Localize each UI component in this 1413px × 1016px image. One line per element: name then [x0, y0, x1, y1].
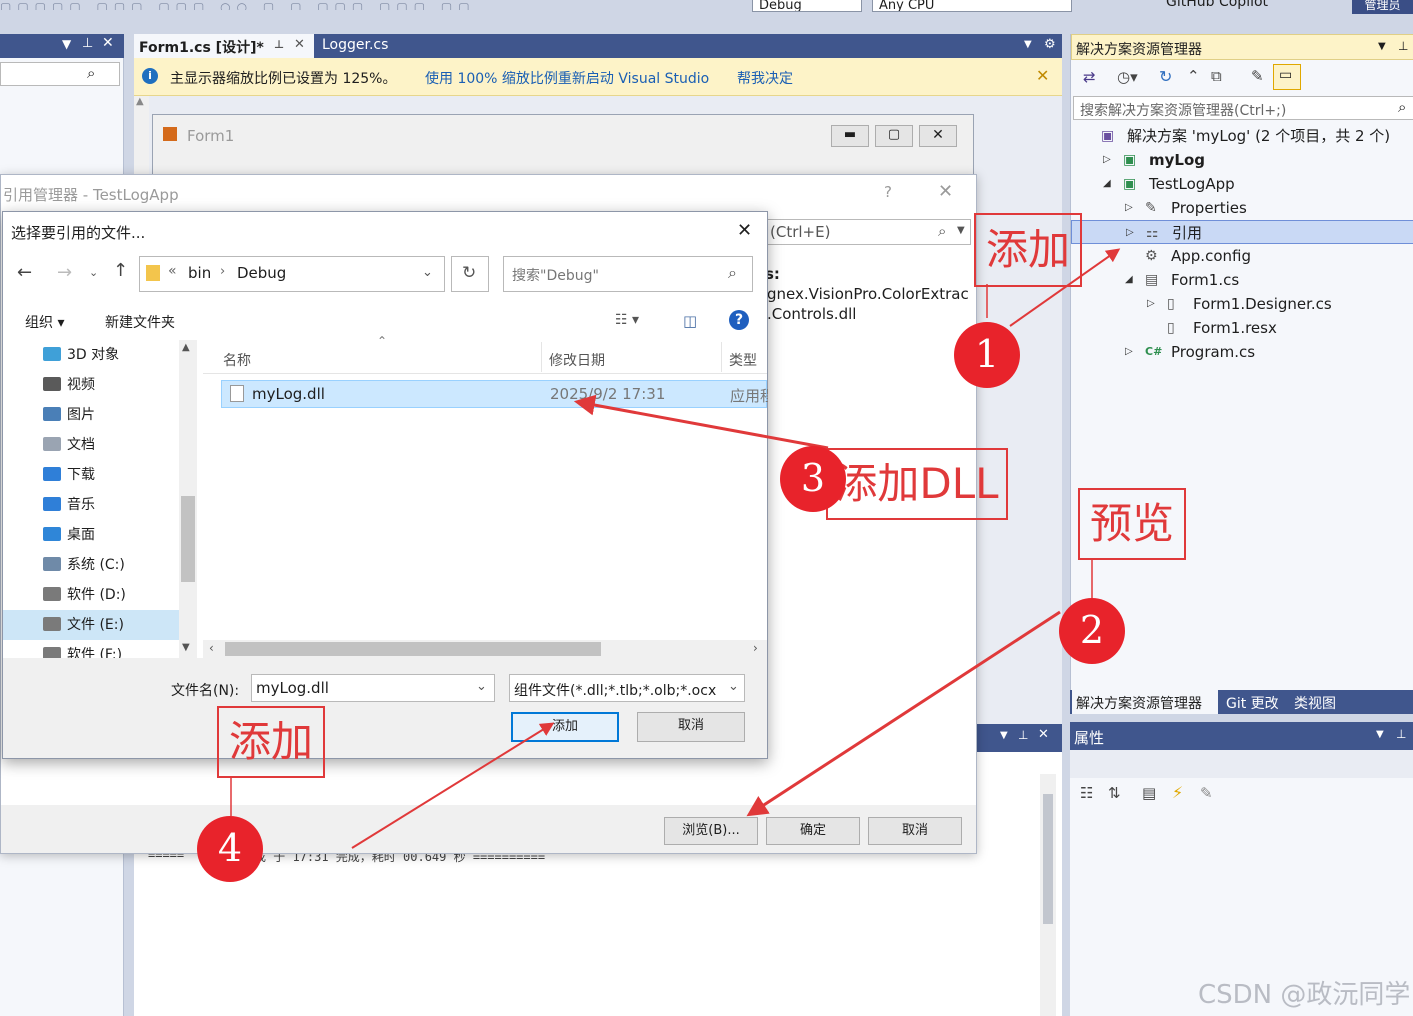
annotation-add-bottom: 添加 [217, 706, 325, 778]
annotation-preview: 预览 [1078, 488, 1186, 560]
step-4-badge: 4 [197, 816, 263, 882]
step-1-badge: 1 [954, 322, 1020, 388]
csdn-watermark: CSDN @政沅同学 [1198, 980, 1411, 1010]
annotation-add-dll: 添加DLL [826, 448, 1008, 520]
step-2-badge: 2 [1059, 598, 1125, 664]
annotation-add-top: 添加 [974, 213, 1082, 287]
arrow-to-add [351, 722, 555, 849]
arrow-to-browse [746, 610, 1061, 817]
arrow-to-dll [573, 394, 829, 450]
step-3-badge: 3 [780, 446, 846, 512]
